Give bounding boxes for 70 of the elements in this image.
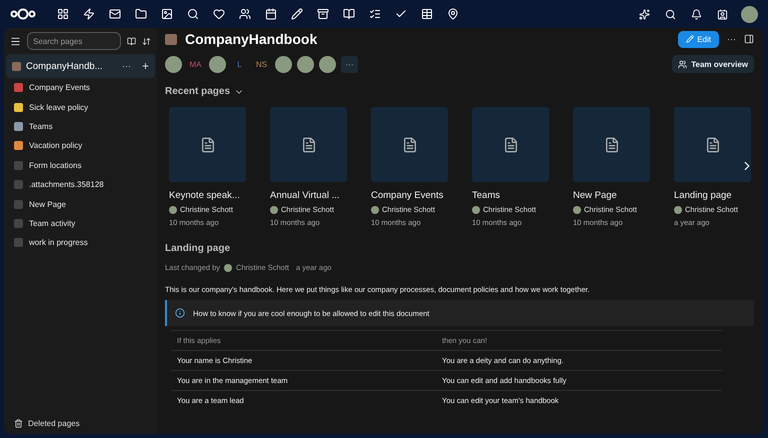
card-title[interactable]: New Page — [573, 190, 650, 201]
page-item[interactable]: Form locations — [4, 156, 157, 175]
page-thumbnail[interactable] — [169, 107, 246, 182]
search-field[interactable]: Search pages — [27, 32, 121, 50]
page-icon — [14, 180, 23, 190]
card-title[interactable]: Annual Virtual ... — [270, 190, 347, 201]
page-item[interactable]: New Page — [4, 194, 157, 214]
document-icon — [200, 136, 216, 152]
sort-icon[interactable] — [142, 36, 151, 46]
member-avatar[interactable]: L — [231, 56, 248, 72]
page-title: CompanyHandbook — [185, 31, 318, 47]
page-thumbnail[interactable] — [270, 107, 347, 182]
people-icon — [678, 60, 688, 68]
more-members-button[interactable]: ··· — [341, 56, 358, 72]
member-avatar[interactable]: MA — [187, 56, 204, 72]
document-icon — [402, 136, 418, 152]
menu-icon[interactable] — [10, 36, 21, 46]
member-avatar[interactable] — [275, 56, 292, 72]
page-item[interactable]: Team activity — [4, 214, 157, 234]
page-thumbnail[interactable] — [674, 107, 751, 182]
member-avatar[interactable] — [297, 56, 314, 72]
page-item[interactable]: Company Events — [4, 78, 157, 98]
page-icon — [14, 160, 23, 170]
author-avatar — [573, 206, 581, 214]
document-icon — [502, 136, 518, 152]
add-button[interactable]: + — [142, 59, 149, 73]
member-avatar[interactable] — [209, 56, 226, 72]
pencil-icon — [686, 35, 694, 43]
page-thumbnail[interactable] — [371, 107, 448, 182]
recent-pages-toggle[interactable]: Recent pages — [165, 78, 754, 107]
author-avatar — [169, 206, 177, 214]
card-title[interactable]: Keynote speak... — [169, 190, 246, 201]
card-title[interactable]: Company Events — [371, 190, 448, 201]
author-avatar — [371, 206, 379, 214]
member-avatar[interactable]: NS — [253, 56, 270, 72]
page-thumbnail[interactable] — [573, 107, 650, 182]
page-item[interactable]: .attachments.358128 — [4, 174, 157, 194]
document-icon — [300, 136, 316, 152]
page-item[interactable]: work in progress — [4, 233, 157, 253]
author-avatar — [674, 206, 682, 214]
author-avatar — [224, 264, 232, 272]
member-avatar[interactable] — [165, 56, 182, 72]
card-title[interactable]: Teams — [472, 190, 549, 201]
collective-title: CompanyHandb... — [26, 60, 104, 72]
page-icon — [14, 141, 23, 150]
logo-icon[interactable] — [10, 8, 36, 20]
page-item[interactable]: Vacation policy — [4, 136, 157, 156]
section-title: Landing page — [165, 243, 231, 254]
author-avatar — [270, 206, 278, 214]
info-icon — [175, 308, 185, 318]
edit-button[interactable]: Edit — [678, 30, 719, 48]
document-icon — [604, 136, 620, 152]
page-item[interactable]: Sick leave policy — [4, 97, 157, 117]
page-icon — [14, 83, 23, 92]
collective-row[interactable]: CompanyHandb... ··· + — [6, 54, 155, 78]
deleted-pages-link[interactable]: Deleted pages — [28, 419, 80, 428]
page-icon — [14, 238, 23, 248]
author-avatar — [472, 206, 480, 214]
sidebar-toggle-icon[interactable] — [744, 34, 754, 44]
document-icon — [704, 136, 720, 152]
more-button[interactable]: ··· — [727, 34, 736, 44]
user-avatar[interactable] — [741, 6, 758, 22]
card-title[interactable]: Landing page — [674, 190, 751, 201]
more-button[interactable]: ··· — [122, 61, 131, 71]
page-item[interactable]: Teams — [4, 116, 157, 136]
trash-icon — [14, 419, 23, 428]
team-overview-button[interactable]: Team overview — [672, 55, 754, 73]
page-thumbnail[interactable] — [472, 107, 549, 182]
member-avatar[interactable] — [319, 56, 336, 72]
book-icon[interactable] — [127, 36, 136, 46]
